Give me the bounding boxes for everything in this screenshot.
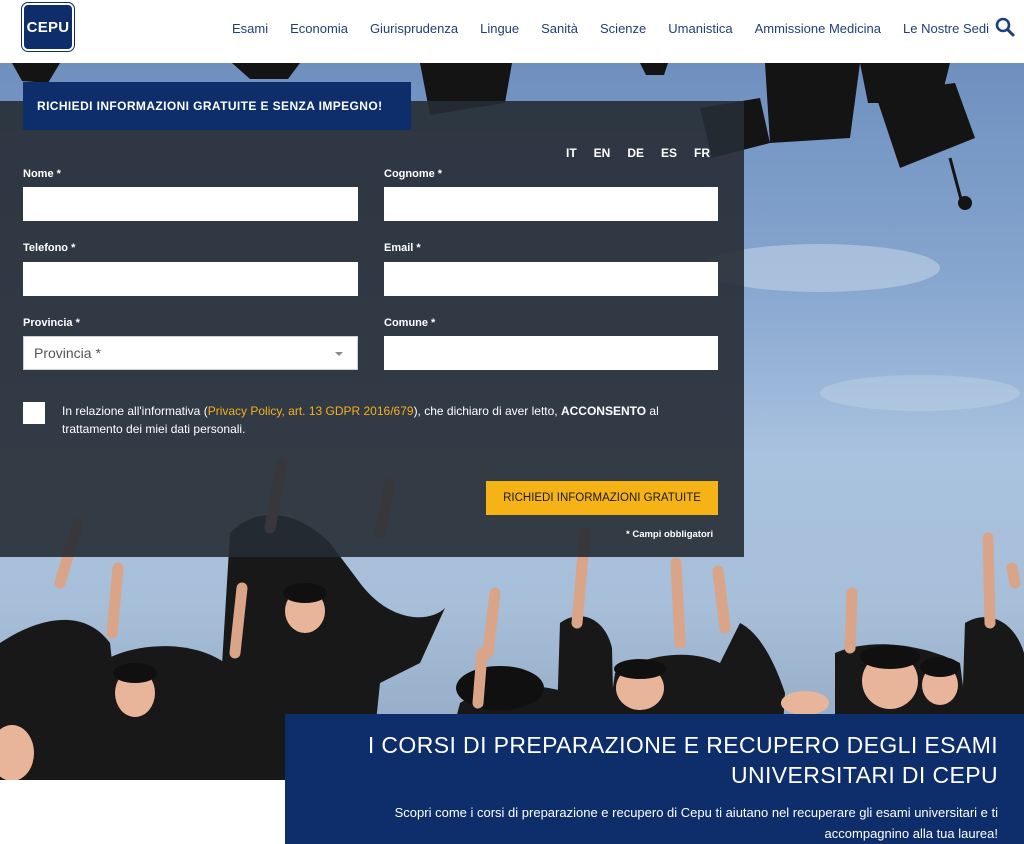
consent-middle: ), che dichiaro di aver letto, [413, 404, 561, 418]
telefono-label: Telefono * [23, 242, 76, 254]
consent-prefix: In relazione all'informativa ( [62, 404, 208, 418]
chevron-down-icon [335, 352, 343, 356]
lang-it[interactable]: IT [566, 146, 577, 160]
comune-label: Comune * [384, 317, 436, 329]
telefono-field[interactable] [23, 262, 358, 296]
lang-fr[interactable]: FR [694, 146, 710, 160]
comune-field[interactable] [384, 336, 718, 370]
lang-es[interactable]: ES [661, 146, 677, 160]
nav-item-le-nostre-sedi[interactable]: Le Nostre Sedi [903, 21, 989, 36]
main-nav: Esami Economia Giurisprudenza Lingue San… [232, 0, 1011, 56]
search-icon[interactable] [994, 16, 1016, 38]
provincia-label: Provincia * [23, 317, 80, 329]
email-field[interactable] [384, 262, 718, 296]
nome-field[interactable] [23, 187, 358, 221]
lang-en[interactable]: EN [594, 146, 611, 160]
email-label: Email * [384, 242, 421, 254]
nav-item-sanita[interactable]: Sanità [541, 21, 578, 36]
nav-item-umanistica[interactable]: Umanistica [668, 21, 732, 36]
page-background-strip [0, 780, 285, 844]
privacy-policy-link[interactable]: Privacy Policy, art. 13 GDPR 2016/679 [208, 404, 414, 418]
banner-subtitle: Scopri come i corsi di preparazione e re… [394, 805, 998, 841]
provincia-select[interactable]: Provincia * [23, 336, 358, 370]
lang-de[interactable]: DE [627, 146, 644, 160]
consent-checkbox[interactable] [23, 402, 45, 424]
nav-item-esami[interactable]: Esami [232, 21, 268, 36]
nav-item-ammissione-medicina[interactable]: Ammissione Medicina [755, 21, 881, 36]
cognome-label: Cognome * [384, 168, 443, 180]
cognome-field[interactable] [384, 187, 718, 221]
nav-item-economia[interactable]: Economia [290, 21, 348, 36]
language-switcher: IT EN DE ES FR [566, 146, 727, 160]
nav-item-giurisprudenza[interactable]: Giurisprudenza [370, 21, 458, 36]
banner-title: I CORSI DI PREPARAZIONE E RECUPERO DEGLI… [367, 732, 998, 788]
consent-bold: ACCONSENTO [560, 404, 647, 418]
nome-label: Nome * [23, 168, 61, 180]
form-tab-title: RICHIEDI INFORMAZIONI GRATUITE E SENZA I… [23, 82, 411, 130]
courses-banner: I CORSI DI PREPARAZIONE E RECUPERO DEGLI… [285, 714, 1024, 844]
consent-text: In relazione all'informativa (Privacy Po… [62, 402, 682, 438]
nav-item-scienze[interactable]: Scienze [600, 21, 646, 36]
cepu-logo[interactable]: CEPU [22, 3, 74, 51]
site-header: CEPU Esami Economia Giurisprudenza Lingu… [0, 0, 1024, 63]
required-fields-note: * Campi obbligatori [626, 529, 714, 540]
submit-request-button[interactable]: RICHIEDI INFORMAZIONI GRATUITE [486, 481, 718, 515]
nav-item-lingue[interactable]: Lingue [480, 21, 519, 36]
provincia-selected-value: Provincia * [34, 345, 101, 361]
